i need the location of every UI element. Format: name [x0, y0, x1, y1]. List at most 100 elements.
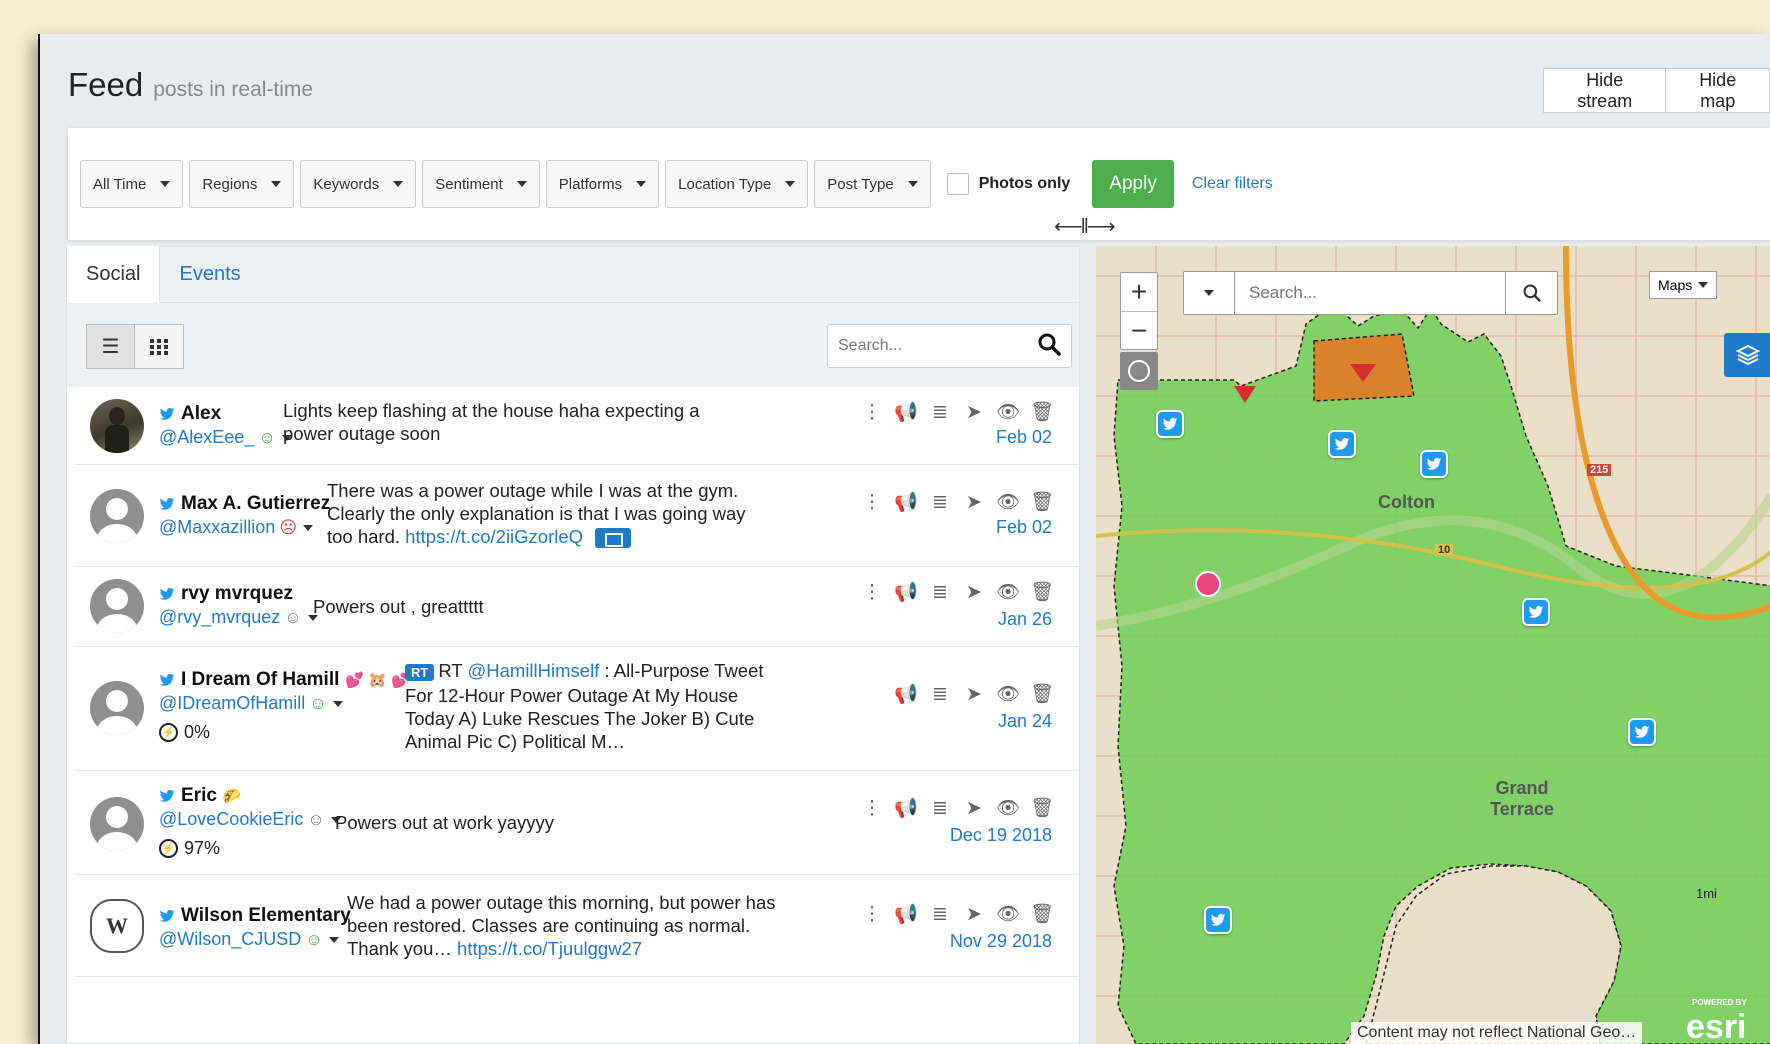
tab-events[interactable]: Events	[160, 246, 259, 302]
megaphone-icon[interactable]: 📢	[894, 401, 918, 423]
user-name[interactable]: Wilson Elementary	[159, 905, 351, 927]
post-row[interactable]: Wilson Elementary @Wilson_CJUSD☺ We had …	[75, 875, 1078, 977]
eye-icon[interactable]: 👁	[996, 581, 1020, 603]
location-arrow-icon[interactable]: ➤	[962, 581, 986, 603]
user-handle[interactable]: @Maxxazillion ☹	[159, 517, 330, 538]
post-link[interactable]: https://t.co/2iiGzorleQ	[405, 526, 583, 547]
post-row[interactable]: Alex @AlexEee_ ☺ Lights keep flashing at …	[75, 387, 1078, 465]
user-handle[interactable]: @rvy_mvrquez ☺	[159, 607, 318, 628]
trash-icon[interactable]: 🗑	[1030, 401, 1054, 423]
list-icon[interactable]: ≣	[928, 683, 952, 705]
trash-icon[interactable]: 🗑	[1030, 491, 1054, 513]
image-icon[interactable]	[595, 528, 632, 549]
eye-icon[interactable]: 👁	[996, 903, 1020, 925]
post-row[interactable]: Eric 🌮 @LoveCookieEric ☺ ⚡ 97% Powers out a…	[75, 771, 1078, 875]
list-view-icon[interactable]: ☰	[86, 324, 135, 369]
locate-icon[interactable]	[1120, 352, 1158, 390]
post-row[interactable]: Max A. Gutierrez @Maxxazillion ☹ There wa…	[75, 465, 1078, 567]
filter-location-type[interactable]: Location Type	[665, 160, 809, 208]
map-attribution[interactable]: Content may not reflect National Geo…	[1351, 1022, 1643, 1044]
post-date[interactable]: Jan 26	[998, 609, 1052, 630]
caret-down-icon[interactable]	[303, 524, 314, 531]
post-date[interactable]: Dec 19 2018	[950, 825, 1052, 846]
user-name[interactable]: Alex	[159, 403, 292, 425]
filter-regions[interactable]: Regions	[189, 160, 295, 208]
twitter-map-marker[interactable]	[1156, 410, 1184, 438]
layers-icon[interactable]	[1724, 333, 1770, 377]
user-name[interactable]: Eric 🌮	[159, 785, 341, 807]
filter-keywords[interactable]: Keywords	[300, 160, 417, 208]
more-vertical-icon[interactable]: ⋮	[860, 581, 884, 603]
zoom-in-icon[interactable]: +	[1121, 273, 1157, 311]
location-arrow-icon[interactable]: ➤	[962, 903, 986, 925]
avatar[interactable]	[90, 899, 144, 953]
sms-marker[interactable]	[1195, 571, 1221, 597]
trash-icon[interactable]: 🗑	[1030, 903, 1054, 925]
feed-search-input[interactable]	[838, 337, 1018, 355]
filter-platforms[interactable]: Platforms	[545, 160, 660, 208]
user-handle[interactable]: @IDreamOfHamill ☺	[159, 693, 410, 714]
post-date[interactable]: Feb 02	[996, 427, 1052, 448]
caret-down-icon[interactable]	[328, 936, 339, 943]
trash-icon[interactable]: 🗑	[1030, 581, 1054, 603]
mention-link[interactable]: @HamillHimself	[467, 660, 599, 681]
clear-filters-link[interactable]: Clear filters	[1192, 175, 1273, 193]
panel-resize-handle[interactable]: ⟵‖⟶	[1054, 214, 1116, 239]
post-row[interactable]: rvy mvrquez @rvy_mvrquez ☺ Powers out , g…	[75, 567, 1078, 647]
eye-icon[interactable]: 👁	[996, 797, 1020, 819]
tab-social[interactable]: Social	[67, 246, 161, 303]
list-icon[interactable]: ≣	[928, 581, 952, 603]
megaphone-icon[interactable]: 📢	[894, 797, 918, 819]
hide-map-button[interactable]: Hide map	[1666, 68, 1770, 113]
user-handle[interactable]: @Wilson_CJUSD ☺	[159, 929, 351, 950]
location-arrow-icon[interactable]: ➤	[962, 797, 986, 819]
location-arrow-icon[interactable]: ➤	[962, 491, 986, 513]
maps-dropdown-button[interactable]: Maps	[1649, 271, 1718, 299]
eye-icon[interactable]: 👁	[996, 491, 1020, 513]
user-name[interactable]: rvy mvrquez	[159, 583, 318, 605]
avatar[interactable]	[90, 681, 144, 735]
more-vertical-icon[interactable]: ⋮	[860, 797, 884, 819]
eye-icon[interactable]: 👁	[996, 401, 1020, 423]
more-vertical-icon[interactable]: ⋮	[860, 903, 884, 925]
hide-stream-button[interactable]: Hide stream	[1543, 68, 1667, 113]
search-icon[interactable]	[1037, 332, 1061, 361]
avatar[interactable]	[90, 579, 144, 633]
map-search-button[interactable]	[1505, 272, 1557, 314]
map-search-input[interactable]	[1235, 283, 1505, 303]
twitter-map-marker[interactable]	[1522, 598, 1550, 626]
megaphone-icon[interactable]: 📢	[894, 683, 918, 705]
checkbox-box[interactable]	[946, 173, 969, 195]
apply-button[interactable]: Apply	[1092, 160, 1174, 208]
list-icon[interactable]: ≣	[928, 401, 952, 423]
post-date[interactable]: Feb 02	[996, 517, 1052, 538]
photos-only-checkbox[interactable]: Photos only	[946, 173, 1070, 195]
trash-icon[interactable]: 🗑	[1030, 683, 1054, 705]
megaphone-icon[interactable]: 📢	[894, 581, 918, 603]
post-date[interactable]: Jan 24	[998, 711, 1052, 732]
twitter-map-marker[interactable]	[1628, 718, 1656, 746]
eye-icon[interactable]: 👁	[996, 683, 1020, 705]
zoom-out-icon[interactable]: −	[1121, 311, 1157, 349]
filter-all-time[interactable]: All Time	[80, 160, 184, 208]
map-canvas[interactable]	[1096, 246, 1770, 1044]
twitter-map-marker[interactable]	[1420, 450, 1448, 478]
filter-post-type[interactable]: Post Type	[814, 160, 931, 208]
megaphone-icon[interactable]: 📢	[894, 903, 918, 925]
megaphone-icon[interactable]: 📢	[894, 491, 918, 513]
user-handle[interactable]: @LoveCookieEric ☺	[159, 809, 341, 830]
user-name[interactable]: I Dream Of Hamill 💕 🐹 💕	[159, 669, 410, 691]
avatar[interactable]	[90, 399, 144, 453]
list-icon[interactable]: ≣	[928, 491, 952, 513]
search-source-dropdown[interactable]	[1184, 272, 1235, 314]
map-panel[interactable]: Colton Grand Terrace 215 10 1mi + − Maps…	[1096, 246, 1770, 1044]
list-icon[interactable]: ≣	[928, 797, 952, 819]
avatar[interactable]	[90, 797, 144, 851]
location-arrow-icon[interactable]: ➤	[962, 683, 986, 705]
more-vertical-icon[interactable]: ⋮	[860, 491, 884, 513]
user-handle[interactable]: @AlexEee_ ☺	[159, 427, 292, 448]
more-vertical-icon[interactable]: ⋮	[860, 401, 884, 423]
location-arrow-icon[interactable]: ➤	[962, 401, 986, 423]
avatar[interactable]	[90, 489, 144, 543]
filter-sentiment[interactable]: Sentiment	[422, 160, 540, 208]
